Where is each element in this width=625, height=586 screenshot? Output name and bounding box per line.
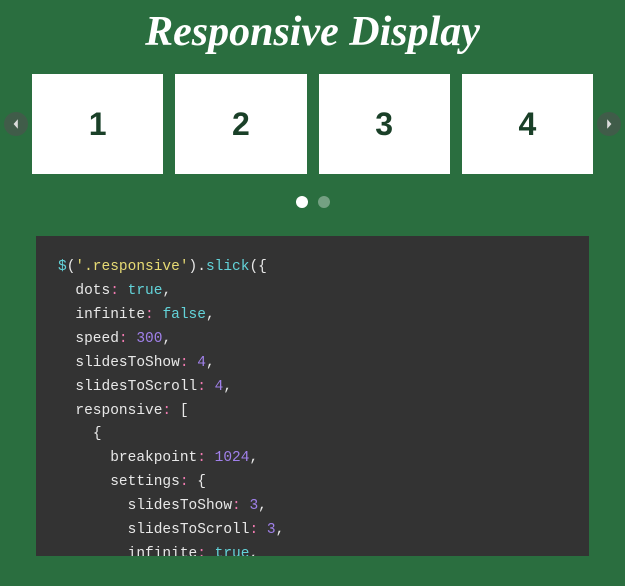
slide[interactable]: 1	[32, 74, 163, 174]
chevron-left-icon	[10, 118, 22, 130]
carousel: 1234	[0, 74, 625, 174]
next-arrow-button[interactable]	[597, 112, 621, 136]
slide[interactable]: 4	[462, 74, 593, 174]
slides-track: 1234	[32, 74, 593, 174]
slide[interactable]: 3	[319, 74, 450, 174]
code-block: $('.responsive').slick({ dots: true, inf…	[36, 236, 589, 556]
pager-dot[interactable]	[318, 196, 330, 208]
pager-dot[interactable]	[296, 196, 308, 208]
page-title: Responsive Display	[0, 0, 625, 74]
pager-dots	[0, 196, 625, 208]
chevron-right-icon	[603, 118, 615, 130]
prev-arrow-button[interactable]	[4, 112, 28, 136]
slide[interactable]: 2	[175, 74, 306, 174]
code-content: $('.responsive').slick({ dots: true, inf…	[58, 256, 567, 556]
